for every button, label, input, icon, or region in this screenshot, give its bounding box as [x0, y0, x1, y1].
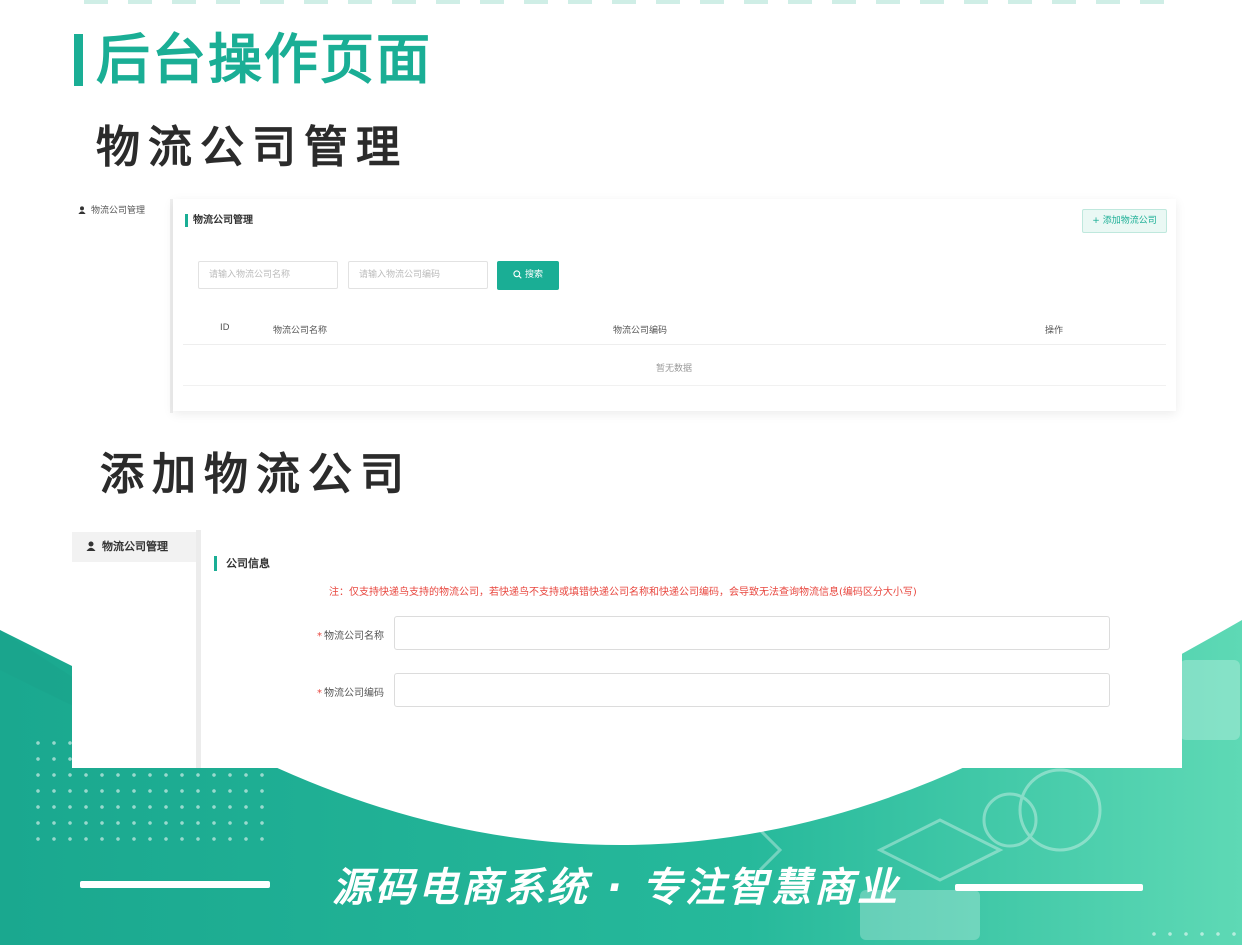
dot-grid-right — [1146, 926, 1242, 944]
column-header-id: ID — [220, 323, 230, 333]
header-accent — [185, 214, 188, 227]
table-empty-text: 暂无数据 — [656, 364, 693, 374]
add-logistics-screenshot: 物流公司管理 公司信息 注：仅支持快递鸟支持的物流公司，若快递鸟不支持或填错快递… — [72, 530, 1182, 768]
section-title-add-logistics: 添加物流公司 — [100, 449, 412, 500]
sidebar-item-label: 物流公司管理 — [102, 540, 168, 553]
sidebar-item-logistics[interactable]: 物流公司管理 — [78, 203, 145, 216]
form-content: 公司信息 注：仅支持快递鸟支持的物流公司，若快递鸟不支持或填错快递公司名称和快递… — [201, 538, 1182, 768]
table-row-divider — [183, 385, 1166, 386]
required-mark: * — [317, 688, 322, 699]
page-title: 后台操作页面 — [96, 28, 432, 91]
sidebar-item-label: 物流公司管理 — [91, 206, 146, 216]
section-title-logistics-management: 物流公司管理 — [96, 122, 408, 173]
main-content: 物流公司管理 + 添加物流公司 请输入物流公司名称 请输入物流公司编码 搜索 I… — [173, 199, 1176, 411]
slogan-line-left — [80, 881, 270, 888]
table-header-divider — [183, 344, 1166, 345]
column-header-name: 物流公司名称 — [273, 326, 328, 336]
company-code-search-input[interactable]: 请输入物流公司编码 — [348, 261, 488, 289]
column-header-code: 物流公司编码 — [613, 326, 668, 336]
search-button[interactable]: 搜索 — [497, 261, 559, 290]
company-name-input[interactable] — [394, 616, 1110, 650]
slogan-line-right — [955, 884, 1143, 891]
form-note: 注：仅支持快递鸟支持的物流公司，若快递鸟不支持或填错快递公司名称和快递公司编码，… — [329, 587, 917, 598]
section-header-accent — [214, 556, 217, 571]
search-icon — [513, 270, 522, 279]
page-title-accent — [74, 34, 83, 86]
add-logistics-button[interactable]: + 添加物流公司 — [1082, 209, 1167, 233]
company-code-input[interactable] — [394, 673, 1110, 707]
content-header: 物流公司管理 — [193, 215, 253, 226]
company-name-label: * 物流公司名称 — [301, 627, 384, 642]
company-code-label: * 物流公司编码 — [301, 684, 384, 699]
required-mark: * — [317, 631, 322, 642]
search-button-label: 搜索 — [524, 270, 543, 280]
company-info-header: 公司信息 — [226, 557, 270, 570]
company-name-label-text: 物流公司名称 — [324, 631, 384, 642]
sidebar: 物流公司管理 — [70, 195, 170, 413]
column-header-actions: 操作 — [1045, 326, 1064, 336]
company-code-label-text: 物流公司编码 — [324, 688, 384, 699]
user-icon — [86, 533, 96, 551]
user-icon — [78, 206, 86, 214]
slogan: 源码电商系统 · 专注智慧商业 — [331, 865, 901, 911]
sidebar: 物流公司管理 — [72, 530, 196, 768]
logistics-list-screenshot: 物流公司管理 物流公司管理 + 添加物流公司 请输入物流公司名称 请输入物流公司… — [70, 195, 1178, 413]
top-dashed-stripe — [84, 0, 1184, 4]
sidebar-item-logistics[interactable]: 物流公司管理 — [72, 532, 196, 562]
company-name-search-input[interactable]: 请输入物流公司名称 — [198, 261, 338, 289]
